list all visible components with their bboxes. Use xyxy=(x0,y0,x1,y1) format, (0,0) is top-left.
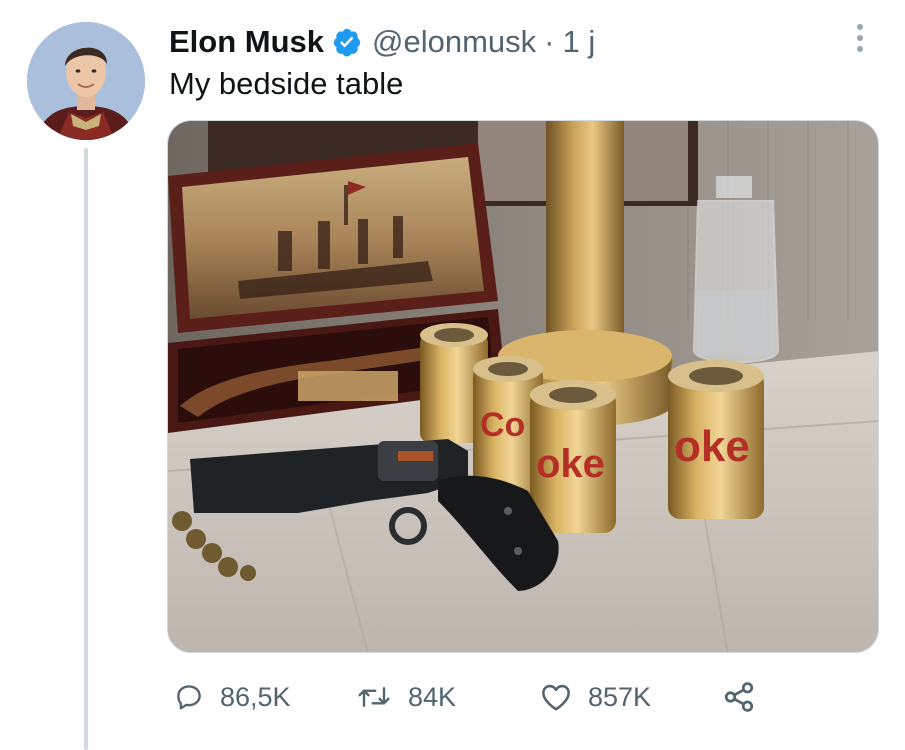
svg-text:oke: oke xyxy=(674,422,750,471)
user-handle[interactable]: @elonmusk xyxy=(372,24,536,60)
tweet-header: Elon Musk @elonmusk · 1 j xyxy=(169,22,595,62)
like-count: 857K xyxy=(588,681,652,712)
can-4: oke xyxy=(668,360,764,519)
tweet-timestamp[interactable]: 1 j xyxy=(563,24,596,60)
retweet-button[interactable]: 84K xyxy=(356,672,456,722)
retweet-count: 84K xyxy=(408,681,457,712)
avatar-image xyxy=(27,22,145,140)
reply-count: 86,5K xyxy=(220,681,291,712)
svg-text:oke: oke xyxy=(536,442,605,486)
thread-line xyxy=(84,148,88,750)
retweet-icon xyxy=(358,687,390,707)
separator-dot: · xyxy=(544,24,555,59)
more-options-icon[interactable] xyxy=(848,18,872,58)
share-button[interactable] xyxy=(722,672,756,722)
tweet-actions: 86,5K 84K 857K xyxy=(0,672,905,722)
tweet-media-photo[interactable]: Co oke oke xyxy=(167,120,879,653)
tweet[interactable]: Elon Musk @elonmusk · 1 j My bedside tab… xyxy=(0,0,905,750)
avatar[interactable] xyxy=(27,22,145,140)
verified-badge-icon xyxy=(333,28,361,57)
display-name[interactable]: Elon Musk xyxy=(169,24,324,60)
heart-icon xyxy=(542,684,570,711)
tweet-text: My bedside table xyxy=(169,66,404,101)
reply-button[interactable]: 86,5K xyxy=(174,672,291,722)
can-3: oke xyxy=(530,380,616,533)
svg-text:Co: Co xyxy=(480,406,525,444)
reply-icon xyxy=(177,685,201,710)
bedside-table-photo: Co oke oke xyxy=(168,121,878,652)
like-button[interactable]: 857K xyxy=(540,672,651,722)
share-icon xyxy=(724,682,754,712)
